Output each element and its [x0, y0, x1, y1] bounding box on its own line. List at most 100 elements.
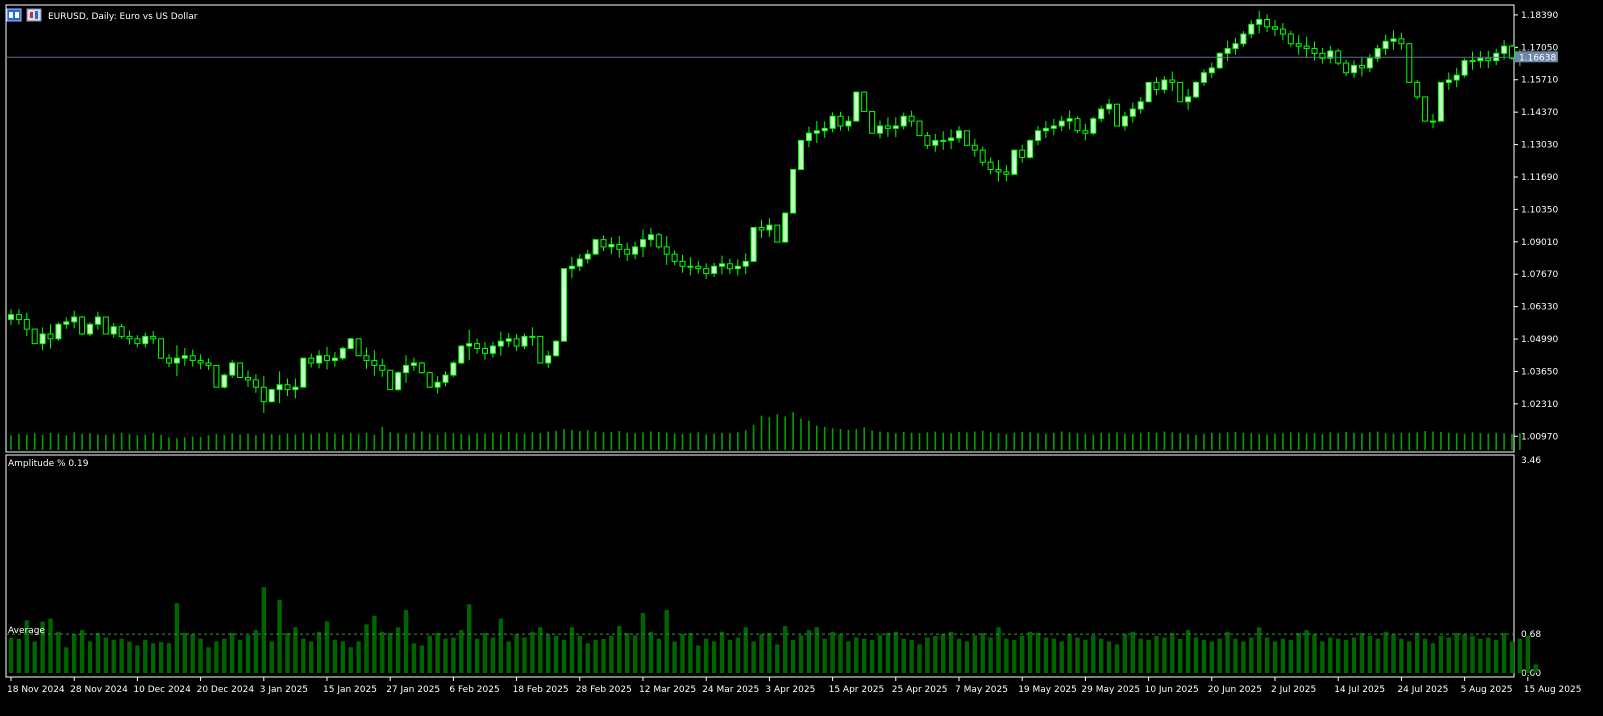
- candle-body[interactable]: [8, 314, 14, 320]
- candle-body[interactable]: [110, 326, 117, 335]
- candle-body[interactable]: [1042, 127, 1049, 132]
- candle-body[interactable]: [703, 268, 710, 274]
- candle-body[interactable]: [940, 139, 947, 142]
- candle-body[interactable]: [1430, 120, 1436, 123]
- candle-body[interactable]: [403, 364, 409, 374]
- candle-body[interactable]: [55, 323, 62, 340]
- candle-body[interactable]: [1501, 45, 1508, 54]
- candle-body[interactable]: [1398, 38, 1405, 45]
- candle-body[interactable]: [63, 321, 70, 325]
- candle-body[interactable]: [616, 243, 623, 250]
- candle-body[interactable]: [102, 316, 109, 335]
- candle-body[interactable]: [166, 357, 172, 364]
- candle-body[interactable]: [995, 168, 1002, 173]
- candle-body[interactable]: [442, 374, 449, 383]
- candle-body[interactable]: [308, 357, 315, 364]
- candle-body[interactable]: [924, 135, 931, 146]
- candle-body[interactable]: [1035, 130, 1041, 141]
- candle-body[interactable]: [1003, 171, 1010, 175]
- candle-body[interactable]: [529, 335, 536, 338]
- candle-body[interactable]: [229, 362, 236, 376]
- candle-body[interactable]: [1358, 64, 1365, 69]
- candle-body[interactable]: [869, 110, 876, 134]
- candle-body[interactable]: [1011, 149, 1018, 175]
- candle-body[interactable]: [584, 253, 591, 260]
- candle-body[interactable]: [260, 386, 267, 403]
- candle-body[interactable]: [987, 161, 994, 170]
- candle-body[interactable]: [1509, 45, 1515, 59]
- candle-body[interactable]: [300, 357, 307, 388]
- candle-body[interactable]: [347, 338, 354, 349]
- candle-body[interactable]: [252, 379, 259, 388]
- candle-body[interactable]: [205, 362, 212, 366]
- candle-body[interactable]: [1185, 96, 1192, 103]
- candle-body[interactable]: [1082, 130, 1089, 134]
- candle-body[interactable]: [687, 265, 694, 268]
- candle-body[interactable]: [1437, 81, 1444, 122]
- candle-body[interactable]: [434, 381, 441, 388]
- candle-body[interactable]: [884, 125, 891, 129]
- candle-body[interactable]: [608, 243, 615, 248]
- candle-body[interactable]: [1050, 125, 1057, 129]
- candle-body[interactable]: [1208, 67, 1215, 74]
- candle-body[interactable]: [1366, 57, 1373, 69]
- candle-body[interactable]: [568, 265, 575, 270]
- candle-body[interactable]: [1351, 64, 1357, 74]
- candle-body[interactable]: [1121, 115, 1128, 127]
- candle-body[interactable]: [284, 384, 291, 391]
- candle-body[interactable]: [521, 335, 528, 347]
- candle-body[interactable]: [118, 326, 125, 337]
- candle-body[interactable]: [600, 239, 607, 248]
- candle-body[interactable]: [31, 328, 38, 345]
- candle-body[interactable]: [237, 362, 244, 378]
- candle-body[interactable]: [158, 338, 165, 359]
- candle-body[interactable]: [790, 168, 797, 214]
- chart-window-icon[interactable]: [6, 8, 22, 22]
- candle-body[interactable]: [1137, 101, 1144, 110]
- candle-body[interactable]: [719, 263, 725, 267]
- candle-body[interactable]: [197, 360, 204, 364]
- candle-body[interactable]: [1477, 57, 1484, 62]
- candle-body[interactable]: [418, 362, 425, 374]
- candle-body[interactable]: [1272, 26, 1278, 30]
- candle-body[interactable]: [671, 253, 678, 262]
- candle-body[interactable]: [545, 355, 552, 364]
- candle-body[interactable]: [766, 224, 773, 231]
- candle-body[interactable]: [363, 355, 370, 362]
- chart-root[interactable]: 1.183901.170501.157101.143701.130301.116…: [0, 0, 1603, 716]
- candle-body[interactable]: [1453, 74, 1460, 81]
- candle-body[interactable]: [979, 149, 986, 163]
- candle-body[interactable]: [892, 125, 899, 129]
- candle-body[interactable]: [1106, 103, 1113, 110]
- candle-body[interactable]: [813, 130, 820, 134]
- candle-body[interactable]: [324, 355, 330, 362]
- candle-body[interactable]: [679, 260, 686, 267]
- candle-body[interactable]: [663, 246, 670, 255]
- candle-body[interactable]: [1256, 19, 1263, 25]
- candle-body[interactable]: [553, 340, 560, 357]
- candle-body[interactable]: [948, 137, 955, 141]
- candle-body[interactable]: [1169, 79, 1176, 83]
- candle-body[interactable]: [474, 343, 481, 349]
- candle-body[interactable]: [561, 268, 567, 342]
- candle-body[interactable]: [1264, 19, 1271, 28]
- candle-body[interactable]: [1153, 81, 1160, 91]
- candle-body[interactable]: [142, 335, 149, 345]
- candle-body[interactable]: [513, 338, 520, 347]
- candle-body[interactable]: [695, 265, 702, 270]
- candle-body[interactable]: [1445, 79, 1452, 83]
- candle-body[interactable]: [497, 340, 504, 347]
- candle-body[interactable]: [1145, 81, 1152, 103]
- candle-body[interactable]: [1287, 33, 1294, 45]
- candle-body[interactable]: [379, 364, 386, 371]
- candle-body[interactable]: [726, 263, 733, 270]
- candle-body[interactable]: [1098, 108, 1105, 120]
- candle-body[interactable]: [1461, 60, 1468, 76]
- candle-body[interactable]: [1161, 79, 1168, 91]
- candle-body[interactable]: [900, 115, 907, 127]
- candle-body[interactable]: [268, 389, 275, 403]
- candle-body[interactable]: [213, 364, 220, 388]
- candle-body[interactable]: [47, 333, 54, 340]
- candle-body[interactable]: [861, 91, 868, 112]
- candle-body[interactable]: [450, 362, 457, 376]
